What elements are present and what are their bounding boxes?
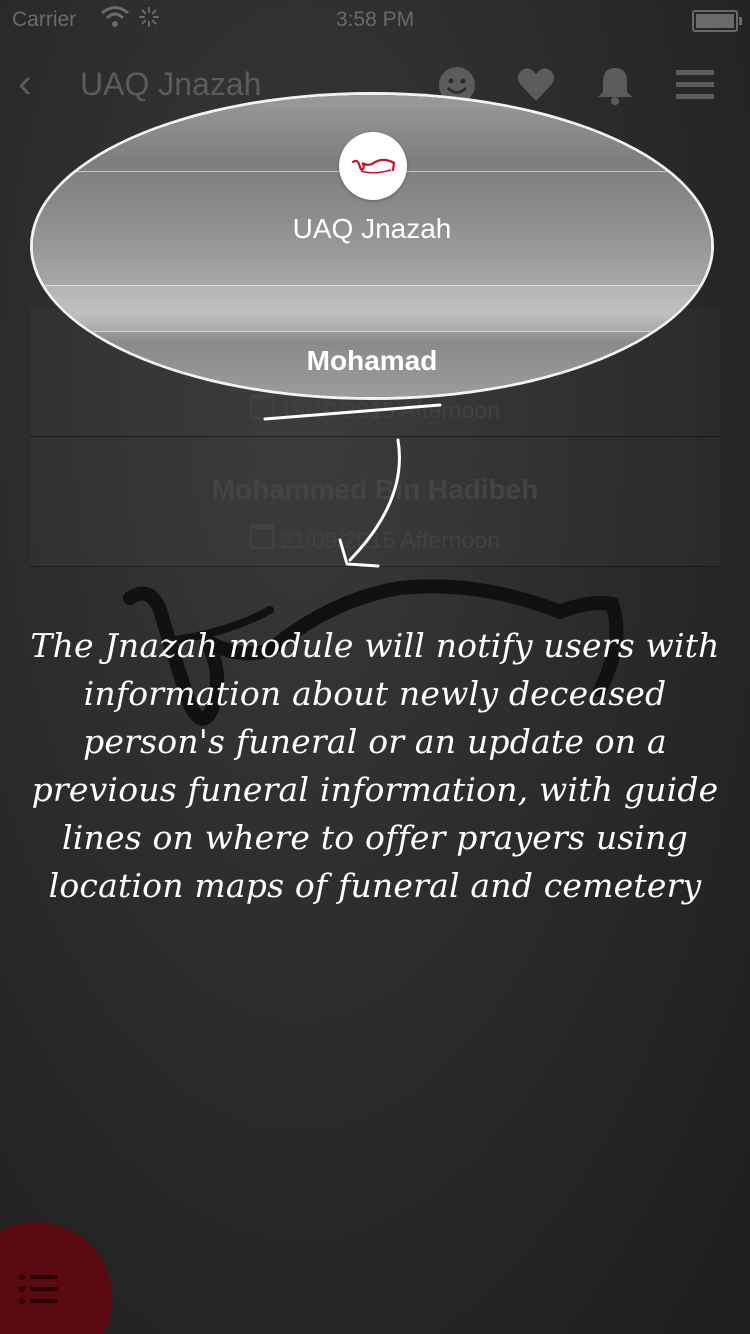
app-screen: Carrier 3:58 PM ‹ UAQ Jnazah 19/10/2015 … [0, 0, 750, 1334]
coachmark-message: The Jnazah module will notify users with… [30, 626, 720, 905]
